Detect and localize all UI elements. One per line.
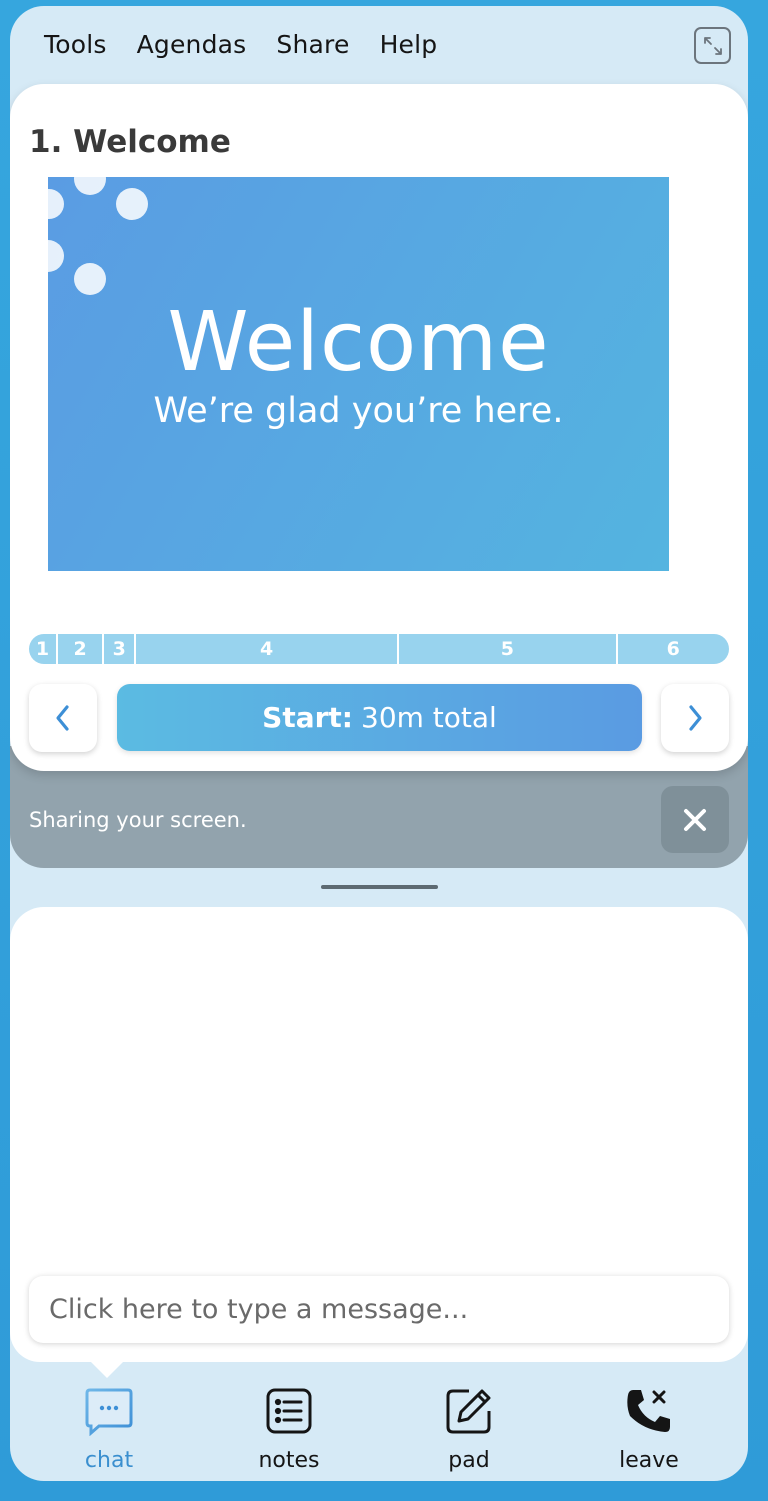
decorative-dot xyxy=(48,240,64,272)
agenda-segment-1[interactable]: 1 xyxy=(29,634,59,664)
start-label: Start: xyxy=(262,701,353,734)
agenda-segment-4[interactable]: 4 xyxy=(136,634,400,664)
agenda-segment-3[interactable]: 3 xyxy=(104,634,137,664)
expand-button[interactable] xyxy=(694,27,731,64)
next-item-button[interactable] xyxy=(661,684,729,752)
menu-bar: Tools Agendas Share Help xyxy=(10,6,748,86)
agenda-card: 1. Welcome Welcome We’re glad you’re her… xyxy=(10,84,748,771)
tab-leave-label: leave xyxy=(619,1448,679,1473)
share-status-text: Sharing your screen. xyxy=(29,808,247,832)
menu-agendas[interactable]: Agendas xyxy=(137,30,247,59)
chevron-right-icon xyxy=(689,705,702,731)
agenda-segment-2[interactable]: 2 xyxy=(58,634,105,664)
tab-chat[interactable]: chat xyxy=(49,1386,169,1473)
slide-subheading: We’re glad you’re here. xyxy=(153,391,564,431)
tab-notes[interactable]: notes xyxy=(229,1386,349,1473)
chevron-left-icon xyxy=(56,705,69,731)
menu-help[interactable]: Help xyxy=(380,30,438,59)
agenda-progress-bar: 123456 xyxy=(29,634,729,664)
agenda-slide: Welcome We’re glad you’re here. xyxy=(48,177,669,571)
tab-chat-label: chat xyxy=(84,1448,134,1473)
agenda-item-title: 1. Welcome xyxy=(29,124,231,160)
tab-pad-label: pad xyxy=(448,1448,490,1473)
stop-sharing-button[interactable] xyxy=(661,786,729,853)
agenda-segment-6[interactable]: 6 xyxy=(618,634,729,664)
chat-message-input[interactable] xyxy=(29,1276,729,1343)
chat-bubble-icon xyxy=(84,1386,134,1436)
app-window: Tools Agendas Share Help 1. Welcome Welc… xyxy=(10,6,748,1481)
notes-list-icon xyxy=(264,1386,314,1436)
menu-share[interactable]: Share xyxy=(276,30,349,59)
pencil-pad-icon xyxy=(444,1386,494,1436)
bottom-tab-bar: chat notes pad leave xyxy=(10,1386,748,1481)
chat-panel xyxy=(10,907,748,1362)
close-icon xyxy=(684,808,706,831)
decorative-dot xyxy=(74,177,106,195)
tab-pad[interactable]: pad xyxy=(409,1386,529,1473)
decorative-dot xyxy=(74,263,106,295)
tab-leave[interactable]: leave xyxy=(589,1386,709,1473)
menu-tools[interactable]: Tools xyxy=(44,30,107,59)
decorative-dot xyxy=(48,189,64,219)
active-tab-pointer xyxy=(89,1360,125,1378)
decorative-dot xyxy=(116,188,148,220)
slide-heading: Welcome xyxy=(167,295,550,390)
prev-item-button[interactable] xyxy=(29,684,97,752)
tab-notes-label: notes xyxy=(258,1448,320,1473)
phone-hangup-icon xyxy=(624,1386,674,1436)
expand-arrows-icon xyxy=(703,36,722,55)
start-agenda-button[interactable]: Start: 30m total xyxy=(117,684,642,751)
agenda-segment-5[interactable]: 5 xyxy=(399,634,618,664)
start-duration: 30m total xyxy=(361,701,497,734)
resize-handle[interactable] xyxy=(321,885,438,889)
